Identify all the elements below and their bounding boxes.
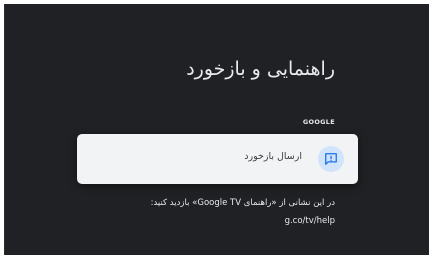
tv-screen: راهنمایی و بازخورد GOOGLE ارسال بازخورد … [4, 4, 429, 255]
feedback-icon-glyph [325, 153, 337, 165]
page-title: راهنمایی و بازخورد [186, 58, 335, 80]
send-feedback-label: ارسال بازخورد [244, 151, 302, 162]
help-description: در این نشانی از «راهنمای Google TV» بازد… [150, 198, 335, 208]
send-feedback-button[interactable]: ارسال بازخورد [77, 134, 358, 184]
screen-edge [4, 4, 429, 255]
feedback-icon [318, 146, 344, 172]
help-link[interactable]: g.co/tv/help [285, 216, 335, 226]
section-label: GOOGLE [302, 118, 335, 126]
